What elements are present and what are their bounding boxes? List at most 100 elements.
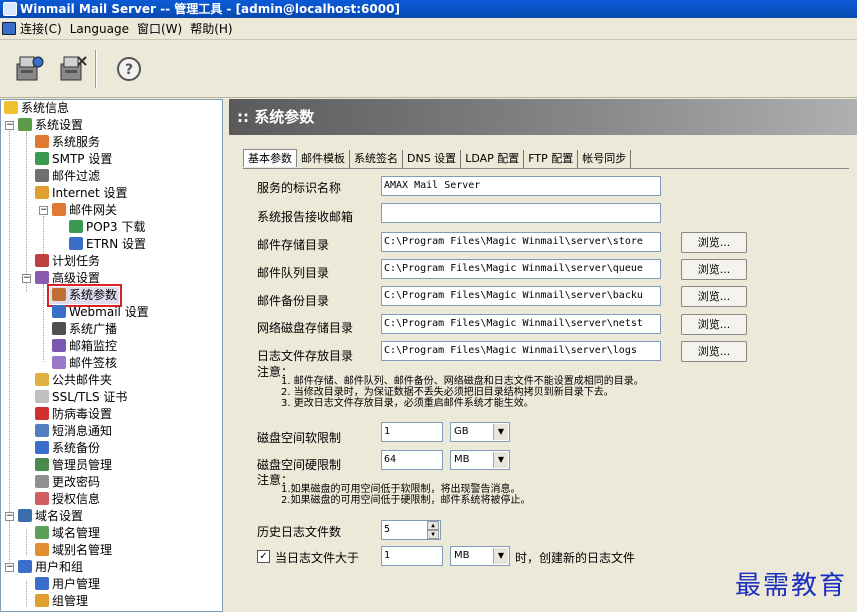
log-size-unit-select[interactable]: MB ▼ [450,546,510,566]
folder-icon [35,373,49,386]
domain-icon [18,509,32,522]
tree-item-internet-settings[interactable]: Internet 设置 [35,185,127,202]
user-icon [35,577,49,590]
tab-account-sync[interactable]: 帐号同步 [578,150,632,168]
tree-item-users-groups[interactable]: 用户和组 [18,559,83,576]
report-mail-input[interactable] [381,203,661,223]
collapse-toggle[interactable]: − [22,274,31,283]
tree-item-smtp-settings[interactable]: SMTP 设置 [35,151,112,168]
antivirus-icon [35,407,49,420]
tree-line [9,122,10,570]
menu-bar: 连接(C) Language 窗口(W) 帮助(H) [0,18,857,40]
collapse-toggle[interactable]: − [5,121,14,130]
tree-item-admin-mgmt[interactable]: 管理员管理 [35,457,112,474]
collapse-toggle[interactable]: − [5,563,14,572]
log-size-input[interactable]: 1 [381,546,443,566]
tree-item-advanced-settings[interactable]: 高级设置 [35,270,100,287]
log-dir-label: 日志文件存放目录 [257,349,354,363]
hard-limit-unit-select[interactable]: MB ▼ [450,450,510,470]
tree-item-domain-settings[interactable]: 域名设置 [18,508,83,525]
backup-dir-label: 邮件备份目录 [257,294,330,308]
collapse-toggle[interactable]: − [39,206,48,215]
tree-item-change-password[interactable]: 更改密码 [35,474,100,491]
backup-dir-browse-button[interactable]: 浏览... [681,286,747,307]
tab-ftp-config[interactable]: FTP 配置 [524,150,579,168]
tab-mail-template[interactable]: 邮件模板 [297,150,350,168]
collapse-toggle[interactable]: − [5,512,14,521]
menu-window[interactable]: 窗口(W) [133,18,186,40]
tree-item-license-info[interactable]: 授权信息 [35,491,100,508]
netdisk-dir-input[interactable]: C:\Program Files\Magic Winmail\server\ne… [381,314,661,334]
log-size-checkbox[interactable]: ✓ [257,550,270,563]
webmail-icon [52,305,66,318]
history-log-spinner[interactable]: 5 ▲ ▼ [381,520,441,540]
note2-line-1: 1.如果磁盘的可用空间低于软限制，将出现警告消息。 [281,484,521,495]
watermark: 最需教育 [734,571,847,601]
tab-basic-params[interactable]: 基本参数 [243,149,297,167]
tree-item-mail-gateway[interactable]: 邮件网关 [52,202,117,219]
tree-item-system-params[interactable]: 系统参数 [46,284,123,307]
tree-item-scheduled-tasks[interactable]: 计划任务 [35,253,100,270]
tree-item-system-service[interactable]: 系统服务 [35,134,100,151]
tree-item-domain-mgmt[interactable]: 域名管理 [35,525,100,542]
log-dir-input[interactable]: C:\Program Files\Magic Winmail\server\lo… [381,341,661,361]
spinner-arrows-icon[interactable]: ▲ ▼ [427,521,439,539]
tab-ldap-config[interactable]: LDAP 配置 [461,150,525,168]
queue-dir-browse-button[interactable]: 浏览... [681,259,747,280]
note1-line-1: 1. 邮件存储、邮件队列、邮件备份、网络磁盘和日志文件不能设置成相同的目录。 [281,376,644,387]
tree-item-ssl-cert[interactable]: SSL/TLS 证书 [35,389,127,406]
app-icon [3,2,17,16]
tree-item-antivirus[interactable]: 防病毒设置 [35,406,112,423]
filter-icon [35,169,49,182]
smtp-icon [35,152,49,165]
tree-item-mail-signature[interactable]: 邮件签核 [52,355,117,372]
server-name-input[interactable]: AMAX Mail Server [381,176,661,196]
connect-menu-icon [2,22,16,35]
tasks-icon [35,254,49,267]
tree-item-sms-notify[interactable]: 短消息通知 [35,423,112,440]
tree-line [26,530,27,555]
store-dir-input[interactable]: C:\Program Files\Magic Winmail\server\st… [381,232,661,252]
store-dir-browse-button[interactable]: 浏览... [681,232,747,253]
log-size-label: 当日志文件大于 [275,551,360,565]
note1-line-2: 2. 当修改目录时，为保证数据不丢失必须把旧目录结构拷贝到新目录下去。 [281,387,614,398]
tree-item-domain-alias-mgmt[interactable]: 域别名管理 [35,542,112,559]
menu-connect[interactable]: 连接(C) [0,18,66,40]
queue-dir-input[interactable]: C:\Program Files\Magic Winmail\server\qu… [381,259,661,279]
tree-item-system-info[interactable]: 系统信息 [4,100,69,117]
tree-item-pop3-download[interactable]: POP3 下载 [69,219,145,236]
note2-line-2: 2.如果磁盘的可用空间低于硬限制，邮件系统将被停止。 [281,495,531,506]
admin-icon [35,458,49,471]
store-dir-label: 邮件存储目录 [257,238,330,252]
tree-item-system-broadcast[interactable]: 系统广播 [52,321,117,338]
main-panel: :: 系统参数 基本参数 邮件模板 系统签名 DNS 设置 LDAP 配置 FTP 配置帐… [229,99,857,612]
connect-icon[interactable] [12,52,46,86]
soft-limit-unit-select[interactable]: GB ▼ [450,422,510,442]
log-dir-browse-button[interactable]: 浏览... [681,341,747,362]
tree-item-system-settings[interactable]: 系统设置 [18,117,83,134]
disconnect-icon[interactable] [56,52,90,86]
page-title: :: 系统参数 [229,99,857,135]
backup-dir-input[interactable]: C:\Program Files\Magic Winmail\server\ba… [381,286,661,306]
license-icon [35,492,49,505]
tree-item-user-mgmt[interactable]: 用户管理 [35,576,100,593]
tab-bar: 基本参数 邮件模板 系统签名 DNS 设置 LDAP 配置 FTP 配置 帐号同步 [243,149,632,169]
soft-limit-label: 磁盘空间软限制 [257,431,342,445]
netdisk-dir-browse-button[interactable]: 浏览... [681,314,747,335]
tree-item-group-mgmt[interactable]: 组管理 [35,593,88,610]
tree-item-system-backup[interactable]: 系统备份 [35,440,100,457]
backup-icon [35,441,49,454]
netdisk-dir-label: 网络磁盘存储目录 [257,321,354,335]
tab-system-signature[interactable]: 系统签名 [350,150,403,168]
menu-help[interactable]: 帮助(H) [186,18,236,40]
menu-language[interactable]: Language [66,18,133,40]
tree-item-public-folder[interactable]: 公共邮件夹 [35,372,112,389]
tree-item-mailbox-monitor[interactable]: 邮箱监控 [52,338,117,355]
soft-limit-input[interactable]: 1 [381,422,443,442]
tree-item-mail-filter[interactable]: 邮件过滤 [35,168,100,185]
help-icon[interactable]: ? [112,52,146,86]
tree-item-etrn-settings[interactable]: ETRN 设置 [69,236,146,253]
hard-limit-input[interactable]: 64 [381,450,443,470]
tab-dns-settings[interactable]: DNS 设置 [403,150,462,168]
tree-item-webmail-settings[interactable]: Webmail 设置 [52,304,149,321]
